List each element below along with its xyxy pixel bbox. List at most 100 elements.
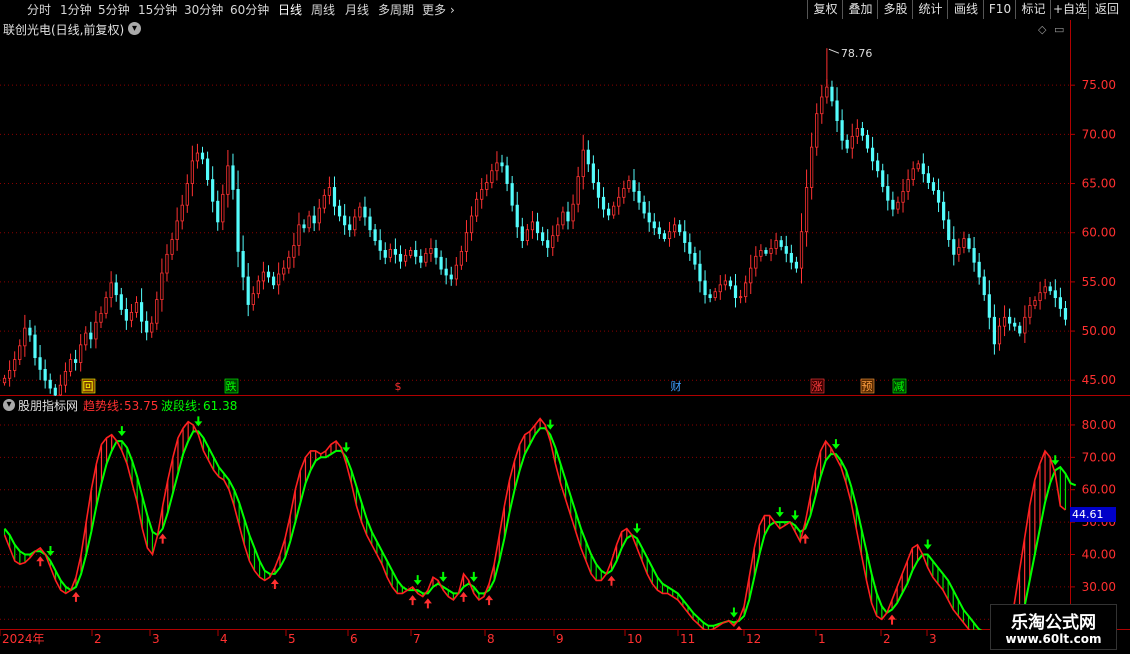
period-tab-4[interactable]: 30分钟 xyxy=(184,1,223,19)
x-axis-label: 2024年 xyxy=(2,632,45,646)
period-tab-5[interactable]: 60分钟 xyxy=(230,1,269,19)
candle-body xyxy=(992,316,996,345)
candle-body xyxy=(612,205,616,216)
candle-body xyxy=(353,216,357,231)
event-marker: 回 xyxy=(81,378,96,394)
event-marker-label: 减 xyxy=(894,380,905,393)
candle-body xyxy=(556,224,560,237)
toolbar-button-1[interactable]: 叠加 xyxy=(842,0,878,19)
candle-body xyxy=(825,86,829,98)
candle-body xyxy=(520,226,524,241)
diamond-icon[interactable]: ◇ xyxy=(1038,23,1046,37)
toolbar-button-5[interactable]: F10 xyxy=(983,0,1016,19)
candle-body xyxy=(647,212,651,223)
x-axis-label: 11 xyxy=(680,632,695,646)
period-tab-10[interactable]: 更多 xyxy=(422,1,446,19)
x-axis-label: 6 xyxy=(350,632,358,646)
candle-body xyxy=(759,250,763,257)
indicator-tick-label: 80.00 xyxy=(1082,418,1116,432)
price-chart-panel[interactable]: 45.00 50.00 55.00 60.00 65.00 70.00 75.00 78.76… xyxy=(0,20,1130,410)
candle-body xyxy=(170,239,174,255)
indicator-chart-panel[interactable]: 20.0030.0040.0050.0060.0070.0080.00 ▾ 股朋… xyxy=(0,396,1130,654)
candle-body xyxy=(1063,308,1068,320)
candle-body xyxy=(1048,286,1052,292)
candle-body xyxy=(287,256,291,269)
candle-body xyxy=(749,267,753,284)
candle-body xyxy=(429,248,433,254)
wave-line-value: 61.38 xyxy=(203,399,238,413)
price-tick-label: 55.00 xyxy=(1082,275,1116,289)
candle-body xyxy=(373,229,377,241)
x-axis-label: 1 xyxy=(818,632,826,646)
candle-body xyxy=(977,261,981,278)
candle-body xyxy=(393,249,398,255)
period-tab-0[interactable]: 分时 xyxy=(27,1,51,19)
candle-body xyxy=(693,252,697,265)
candle-body xyxy=(33,334,37,359)
toolbar-button-8[interactable]: 返回 xyxy=(1088,0,1125,19)
candle-body xyxy=(622,188,626,198)
toolbar-button-4[interactable]: 画线 xyxy=(947,0,984,19)
chevron-down-icon[interactable]: ▾ xyxy=(128,22,141,35)
period-tab-2[interactable]: 5分钟 xyxy=(98,1,130,19)
toolbar-button-0[interactable]: 复权 xyxy=(807,0,843,19)
candle-body xyxy=(952,239,956,255)
event-marker-label: 预 xyxy=(862,380,873,393)
candle-body xyxy=(200,152,205,160)
event-marker-label: 回 xyxy=(83,380,94,393)
candle-body xyxy=(343,215,347,226)
candle-body xyxy=(723,280,727,286)
indicator-tick-label: 60.00 xyxy=(1082,483,1116,497)
x-axis-label: 10 xyxy=(627,632,642,646)
candle-body xyxy=(1008,316,1012,324)
period-tab-7[interactable]: 周线 xyxy=(311,1,335,19)
candle-body xyxy=(678,224,682,233)
candle-body xyxy=(535,221,540,234)
candle-body xyxy=(667,231,672,240)
candle-body xyxy=(129,311,134,321)
chevron-right-icon[interactable]: › xyxy=(450,1,455,19)
candle-body xyxy=(967,238,971,249)
candle-body xyxy=(180,204,184,222)
price-chart-svg[interactable]: 45.00 50.00 55.00 60.00 65.00 70.00 75.00 78.76… xyxy=(0,20,1130,410)
candle-body xyxy=(703,280,707,296)
candle-body xyxy=(728,280,733,287)
candle-body xyxy=(947,219,951,240)
candle-body xyxy=(561,211,565,226)
period-tab-6[interactable]: 日线 xyxy=(278,1,302,19)
candle-body xyxy=(1038,292,1042,301)
toolbar-button-6[interactable]: 标记 xyxy=(1015,0,1051,19)
candle-body xyxy=(850,135,854,149)
period-tab-3[interactable]: 15分钟 xyxy=(138,1,177,19)
price-tick-label: 50.00 xyxy=(1082,324,1116,338)
x-axis-label: 7 xyxy=(413,632,421,646)
event-marker: 财 xyxy=(671,379,682,393)
candle-body xyxy=(718,284,722,293)
candle-body xyxy=(835,100,839,121)
candle-body xyxy=(424,252,428,263)
candle-body xyxy=(419,255,423,263)
candle-body xyxy=(175,220,179,240)
chevron-down-icon[interactable]: ▾ xyxy=(3,399,15,411)
toolbar-button-2[interactable]: 多股 xyxy=(877,0,913,19)
candle-body xyxy=(23,327,27,347)
candle-body xyxy=(104,297,108,314)
candle-body xyxy=(784,246,788,254)
candle-body xyxy=(926,173,931,183)
period-tab-9[interactable]: 多周期 xyxy=(378,1,414,19)
indicator-chart-svg[interactable]: 20.0030.0040.0050.0060.0070.0080.00 xyxy=(0,396,1130,654)
candle-body xyxy=(652,221,656,229)
candle-body xyxy=(18,345,22,360)
toolbar-button-7[interactable]: +自选 xyxy=(1050,0,1089,19)
candle-body xyxy=(266,271,271,278)
toolbar-button-3[interactable]: 统计 xyxy=(912,0,948,19)
window-icon[interactable]: ▭ xyxy=(1054,23,1064,37)
period-tab-8[interactable]: 月线 xyxy=(345,1,369,19)
candle-body xyxy=(226,165,230,195)
candle-body xyxy=(820,96,824,115)
period-tab-1[interactable]: 1分钟 xyxy=(60,1,92,19)
candle-body xyxy=(124,309,128,321)
candle-body xyxy=(216,200,220,223)
candle-body xyxy=(566,211,570,222)
candle-body xyxy=(449,274,453,280)
